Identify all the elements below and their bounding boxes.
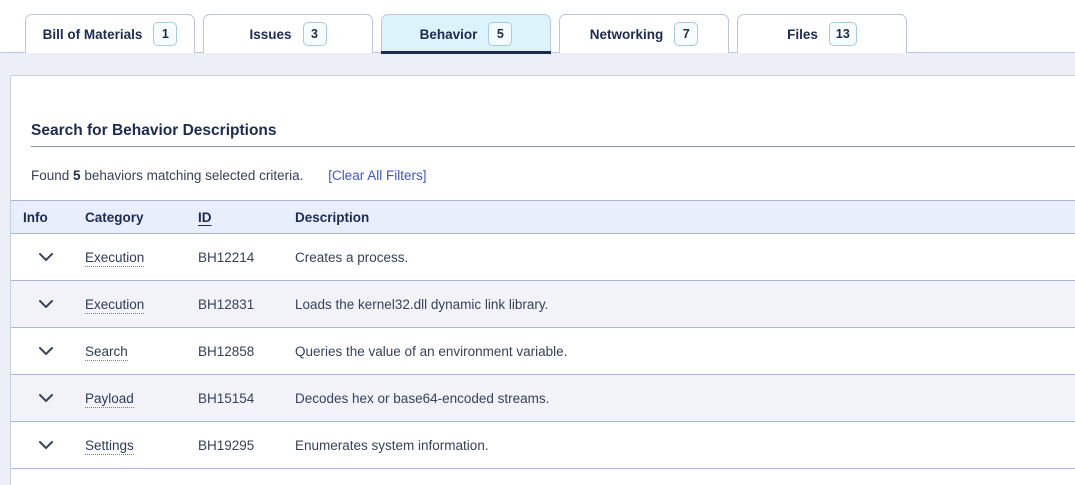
behavior-id: BH12858 bbox=[190, 327, 287, 375]
behavior-description: Decodes hex or base64-encoded streams. bbox=[287, 374, 1075, 422]
tab-count-badge: 3 bbox=[302, 22, 327, 46]
behavior-id: BH12214 bbox=[190, 233, 287, 281]
behavior-panel-card: Search for Behavior Descriptions Found 5… bbox=[10, 75, 1075, 485]
chevron-down-icon bbox=[39, 253, 53, 261]
expand-row-button[interactable] bbox=[33, 432, 59, 458]
expand-row-button[interactable] bbox=[33, 385, 59, 411]
summary-suffix: behaviors matching selected criteria. bbox=[80, 168, 304, 183]
tab-count-badge: 1 bbox=[153, 22, 178, 46]
tab-bar: Bill of Materials 1 Issues 3 Behavior 5 … bbox=[0, 0, 1075, 54]
expand-row-button[interactable] bbox=[33, 244, 59, 270]
category-link[interactable]: Execution bbox=[85, 296, 145, 314]
table-row: Search BH12858 Queries the value of an e… bbox=[11, 327, 1075, 375]
results-count: 5 bbox=[73, 168, 81, 183]
behavior-panel-background: Search for Behavior Descriptions Found 5… bbox=[0, 53, 1075, 485]
expand-row-button[interactable] bbox=[33, 291, 59, 317]
behavior-description: Loads the kernel32.dll dynamic link libr… bbox=[287, 280, 1075, 328]
behavior-id: BH12831 bbox=[190, 280, 287, 328]
column-header-category: Category bbox=[75, 200, 190, 234]
expand-row-button[interactable] bbox=[33, 338, 59, 364]
tab-label: Bill of Materials bbox=[42, 26, 143, 42]
category-link[interactable]: Execution bbox=[85, 249, 145, 267]
summary-prefix: Found bbox=[31, 168, 70, 183]
behavior-id: BH19295 bbox=[190, 421, 287, 469]
column-header-id[interactable]: ID bbox=[190, 200, 287, 234]
tab-files[interactable]: Files 13 bbox=[737, 14, 907, 53]
behavior-description: Enumerates system information. bbox=[287, 421, 1075, 469]
tab-bill-of-materials[interactable]: Bill of Materials 1 bbox=[25, 14, 195, 53]
tab-behavior[interactable]: Behavior 5 bbox=[381, 14, 551, 54]
tab-networking[interactable]: Networking 7 bbox=[559, 14, 729, 53]
clear-all-filters-link[interactable]: [Clear All Filters] bbox=[328, 168, 426, 183]
behaviors-table: Info Category ID Description Execution B… bbox=[11, 200, 1075, 469]
section-heading: Search for Behavior Descriptions bbox=[31, 122, 1075, 147]
table-row: Execution BH12831 Loads the kernel32.dll… bbox=[11, 280, 1075, 328]
tab-count-badge: 5 bbox=[488, 22, 513, 46]
behavior-description: Creates a process. bbox=[287, 233, 1075, 281]
table-row: Settings BH19295 Enumerates system infor… bbox=[11, 421, 1075, 469]
chevron-down-icon bbox=[39, 300, 53, 308]
tab-label: Networking bbox=[589, 26, 664, 42]
table-row: Execution BH12214 Creates a process. bbox=[11, 233, 1075, 281]
column-header-info: Info bbox=[11, 200, 75, 234]
tab-label: Issues bbox=[249, 26, 292, 42]
behavior-id: BH15154 bbox=[190, 374, 287, 422]
chevron-down-icon bbox=[39, 394, 53, 402]
category-link[interactable]: Settings bbox=[85, 437, 134, 455]
behavior-description: Queries the value of an environment vari… bbox=[287, 327, 1075, 375]
tab-label: Files bbox=[787, 26, 818, 42]
results-summary: Found 5 behaviors matching selected crit… bbox=[31, 168, 1075, 183]
category-link[interactable]: Payload bbox=[85, 390, 134, 408]
table-header-row: Info Category ID Description bbox=[11, 200, 1075, 234]
tab-label: Behavior bbox=[419, 26, 478, 42]
tab-issues[interactable]: Issues 3 bbox=[203, 14, 373, 53]
chevron-down-icon bbox=[39, 347, 53, 355]
tab-count-badge: 13 bbox=[828, 22, 857, 46]
chevron-down-icon bbox=[39, 441, 53, 449]
table-row: Payload BH15154 Decodes hex or base64-en… bbox=[11, 374, 1075, 422]
column-header-description: Description bbox=[287, 200, 1075, 234]
category-link[interactable]: Search bbox=[85, 343, 128, 361]
tab-count-badge: 7 bbox=[674, 22, 699, 46]
